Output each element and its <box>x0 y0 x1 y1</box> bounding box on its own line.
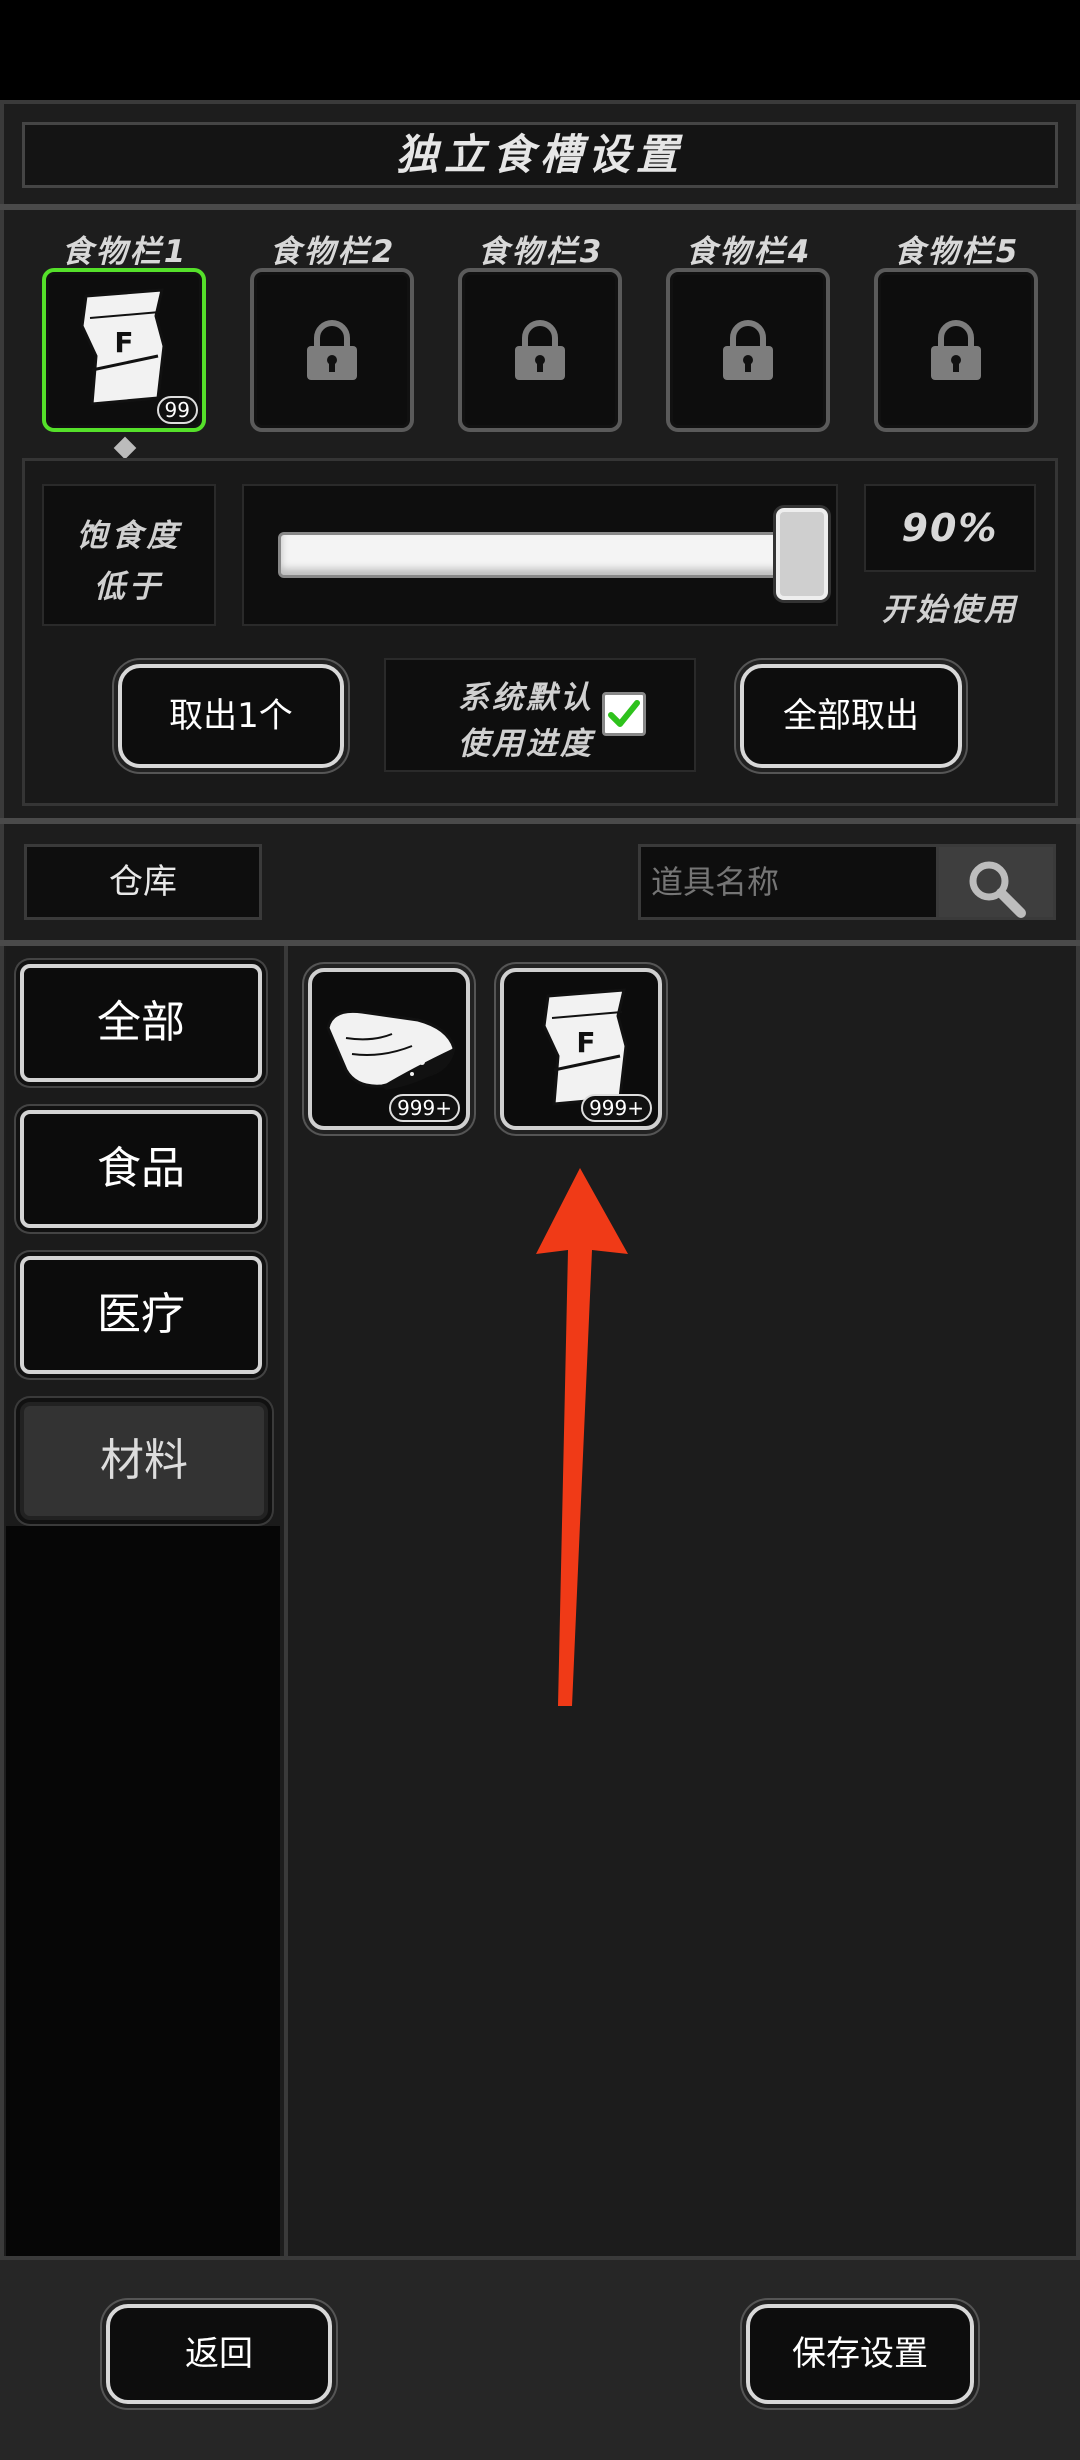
lock-icon <box>515 320 565 380</box>
food-slot-5[interactable] <box>874 268 1038 432</box>
svg-text:F: F <box>576 1026 595 1059</box>
divider <box>0 818 1080 824</box>
system-default-label: 系统默认 <box>458 680 594 716</box>
category-all-button[interactable]: 全部 <box>20 964 262 1082</box>
take-one-button[interactable]: 取出1个 <box>118 664 344 768</box>
annotation-arrow-icon <box>536 1168 628 1706</box>
food-bag-icon: F <box>542 988 628 1106</box>
food-bag-icon: F <box>80 288 166 406</box>
system-default-box: 系统默认 使用进度 <box>384 658 696 772</box>
start-use-label: 开始使用 <box>882 592 1018 628</box>
title-bar: 独立食槽设置 <box>22 122 1058 188</box>
page-title: 独立食槽设置 <box>395 130 684 179</box>
system-default-checkbox[interactable] <box>602 692 646 736</box>
take-all-button[interactable]: 全部取出 <box>740 664 962 768</box>
food-slot-1[interactable]: F 99 <box>42 268 206 432</box>
below-label: 低于 <box>94 569 164 605</box>
satiety-label-box: 饱食度 低于 <box>42 484 216 626</box>
category-materials-button[interactable]: 材料 <box>20 1402 268 1520</box>
search-button[interactable] <box>936 844 1056 920</box>
item-count-badge: 999+ <box>581 1094 652 1122</box>
threshold-display: 90% <box>864 484 1036 572</box>
item-grid <box>284 946 1076 2256</box>
food-slot-2[interactable] <box>250 268 414 432</box>
item-search-input[interactable] <box>638 844 938 920</box>
slot-label-4: 食物栏4 <box>685 234 813 270</box>
warehouse-tab[interactable]: 仓库 <box>24 844 262 920</box>
category-medical-button[interactable]: 医疗 <box>20 1256 262 1374</box>
lock-icon <box>931 320 981 380</box>
search-icon <box>969 861 1026 918</box>
slot-label-3: 食物栏3 <box>477 234 605 270</box>
food-slot-4[interactable] <box>666 268 830 432</box>
slot-label-1: 食物栏1 <box>61 234 189 270</box>
inventory-item[interactable]: F 999+ <box>500 968 662 1130</box>
save-settings-button[interactable]: 保存设置 <box>746 2304 974 2404</box>
satiety-slider-handle[interactable] <box>776 508 828 600</box>
back-button[interactable]: 返回 <box>106 2304 332 2404</box>
use-progress-label: 使用进度 <box>458 726 594 762</box>
category-food-button[interactable]: 食品 <box>20 1110 262 1228</box>
lock-icon <box>307 320 357 380</box>
satiety-slider-track[interactable] <box>278 532 790 578</box>
lock-icon <box>723 320 773 380</box>
svg-text:F: F <box>114 326 133 359</box>
item-count-badge: 999+ <box>389 1094 460 1122</box>
inventory-item[interactable]: 999+ <box>308 968 470 1130</box>
checkmark-icon <box>608 700 640 727</box>
slot-count-badge: 99 <box>156 396 198 424</box>
meat-icon <box>326 1009 456 1090</box>
food-slot-3[interactable] <box>458 268 622 432</box>
slot-label-5: 食物栏5 <box>893 234 1021 270</box>
threshold-percent: 90% <box>901 506 999 550</box>
slot-label-2: 食物栏2 <box>269 234 397 270</box>
divider <box>0 204 1080 210</box>
satiety-label: 饱食度 <box>76 518 182 554</box>
